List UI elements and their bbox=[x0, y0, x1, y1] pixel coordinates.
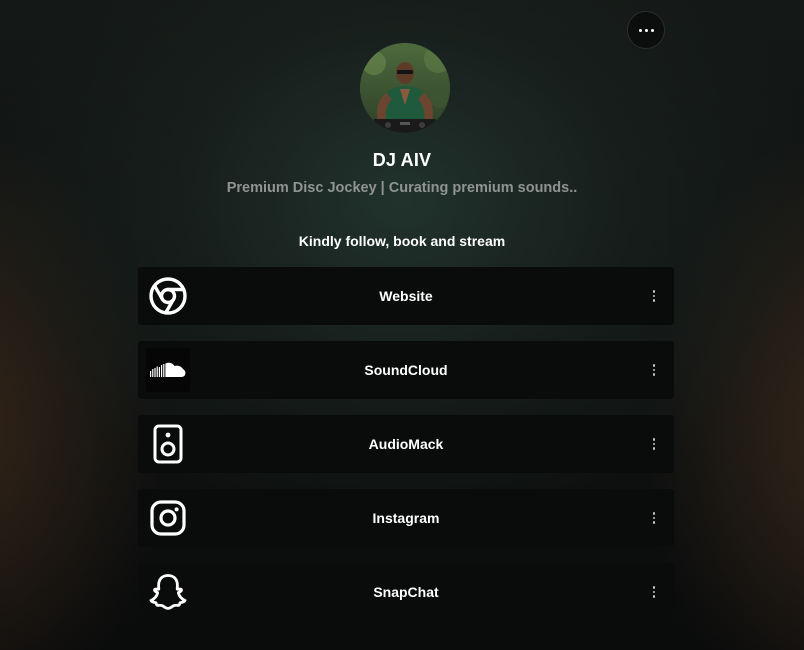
link-label: SnapChat bbox=[373, 584, 439, 600]
more-vertical-icon[interactable] bbox=[646, 508, 662, 528]
more-vertical-icon[interactable] bbox=[646, 286, 662, 306]
speaker-icon bbox=[146, 422, 190, 466]
profile-name: DJ AIV bbox=[372, 150, 432, 170]
avatar bbox=[360, 43, 450, 133]
more-options-button[interactable] bbox=[627, 11, 665, 49]
instagram-icon bbox=[146, 496, 190, 540]
more-vertical-icon[interactable] bbox=[646, 582, 662, 602]
chrome-icon bbox=[146, 274, 190, 318]
more-vertical-icon[interactable] bbox=[646, 360, 662, 380]
link-snapchat[interactable]: SnapChat bbox=[138, 563, 674, 621]
link-label: SoundCloud bbox=[364, 362, 448, 378]
more-vertical-icon[interactable] bbox=[646, 434, 662, 454]
profile-bio: Premium Disc Jockey | Curating premium s… bbox=[226, 180, 578, 196]
link-label: AudioMack bbox=[368, 436, 444, 452]
more-horizontal-icon bbox=[638, 28, 654, 32]
link-audiomack[interactable]: AudioMack bbox=[138, 415, 674, 473]
links-list: Website SoundCloud AudioMack Instagram S… bbox=[138, 267, 674, 637]
link-label: Instagram bbox=[372, 510, 440, 526]
link-instagram[interactable]: Instagram bbox=[138, 489, 674, 547]
avatar-image bbox=[360, 43, 450, 133]
snapchat-icon bbox=[146, 570, 190, 614]
link-label: Website bbox=[379, 288, 433, 304]
link-in-bio-page: DJ AIV Premium Disc Jockey | Curating pr… bbox=[0, 0, 804, 650]
link-website[interactable]: Website bbox=[138, 267, 674, 325]
section-heading: Kindly follow, book and stream bbox=[298, 233, 506, 249]
link-soundcloud[interactable]: SoundCloud bbox=[138, 341, 674, 399]
soundcloud-icon bbox=[146, 348, 190, 392]
